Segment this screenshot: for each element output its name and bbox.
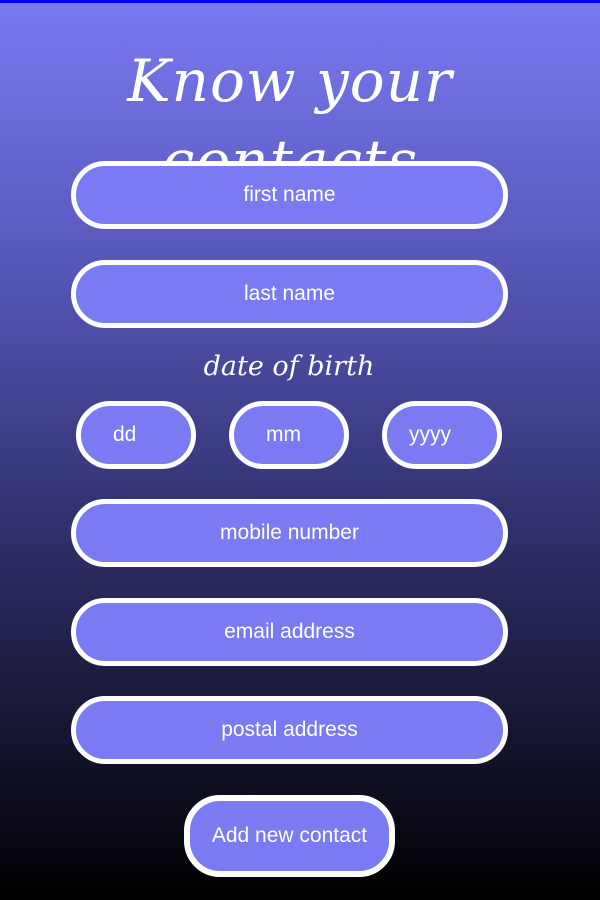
add-new-contact-button[interactable]: Add new contact [184,795,395,877]
postal-address-input[interactable]: postal address [71,696,508,764]
dob-year-input[interactable]: yyyy [382,401,502,469]
email-address-input[interactable]: email address [71,598,508,666]
first-name-input[interactable]: first name [71,161,508,229]
dob-day-input[interactable]: dd [76,401,196,469]
dob-month-input[interactable]: mm [229,401,349,469]
date-of-birth-label: date of birth [203,351,375,382]
last-name-input[interactable]: last name [71,260,508,328]
mobile-number-input[interactable]: mobile number [71,499,508,567]
